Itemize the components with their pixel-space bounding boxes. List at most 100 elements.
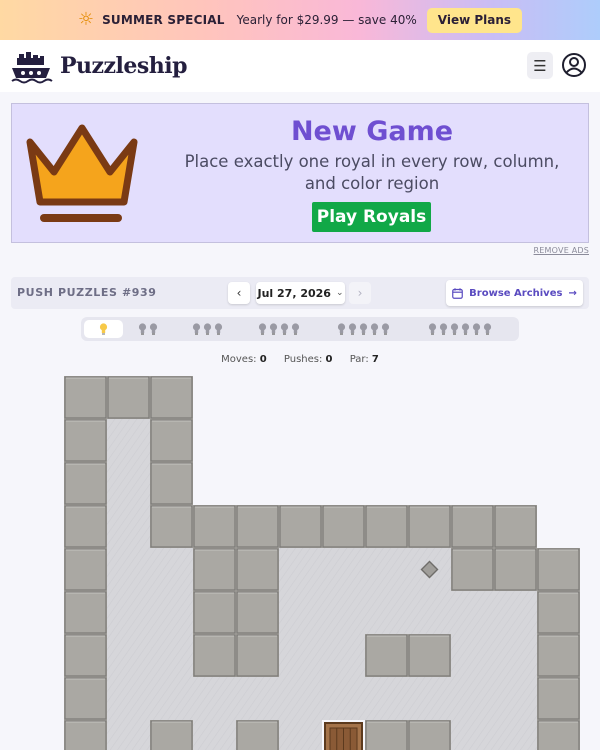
lightbulb-icon: [138, 323, 147, 335]
wall-tile: [150, 505, 193, 548]
logo-wordmark: Puzzleship: [60, 53, 188, 79]
lightbulb-icon: [472, 323, 481, 335]
puzzle-toolbar: PUSH PUZZLES #939 ‹ Jul 27, 2026 ⌄ › Bro…: [11, 277, 589, 309]
floor-tile: [408, 591, 451, 634]
lightbulb-icon: [269, 323, 278, 335]
wall-tile: [64, 505, 107, 548]
wall-tile: [150, 720, 193, 750]
wall-tile: [537, 720, 580, 750]
wall-tile: [193, 548, 236, 591]
floor-tile: [322, 677, 365, 720]
par-stat: Par: 7: [350, 354, 379, 365]
wall-tile: [365, 505, 408, 548]
par-label: Par:: [349, 354, 369, 365]
wall-tile: [64, 376, 107, 419]
hint-level-3[interactable]: [192, 323, 223, 335]
lightbulb-icon: [461, 323, 470, 335]
hint-level-4[interactable]: [258, 323, 300, 335]
floor-tile: [150, 591, 193, 634]
wall-tile: [64, 677, 107, 720]
floor-tile: [107, 505, 150, 548]
floor-tile: [365, 548, 408, 591]
hint-level-2[interactable]: [138, 323, 158, 335]
floor-tile: [107, 591, 150, 634]
promo-offer: Yearly for $29.99 — save 40%: [236, 13, 417, 27]
wall-tile: [236, 591, 279, 634]
puzzle-board[interactable]: [64, 376, 580, 750]
view-plans-button[interactable]: View Plans: [426, 7, 523, 33]
floor-tile: [322, 634, 365, 677]
menu-button[interactable]: ☰: [527, 52, 553, 79]
floor-tile: [236, 677, 279, 720]
floor-tile: [494, 591, 537, 634]
sun-icon: ☼: [77, 9, 95, 30]
floor-tile: [150, 634, 193, 677]
floor-tile: [107, 462, 150, 505]
floor-tile: [365, 677, 408, 720]
wall-tile: [537, 591, 580, 634]
chevron-right-icon: ›: [357, 286, 363, 300]
remove-ads-link[interactable]: REMOVE ADS: [534, 246, 589, 255]
hint-level-6[interactable]: [428, 323, 492, 335]
lightbulb-icon: [428, 323, 437, 335]
floor-tile: [365, 591, 408, 634]
wall-tile: [236, 720, 279, 750]
puzzle-title: PUSH PUZZLES #939: [17, 286, 157, 299]
lightbulb-icon: [337, 323, 346, 335]
crown-icon: [26, 124, 138, 222]
lightbulb-icon: [348, 323, 357, 335]
floor-tile: [279, 677, 322, 720]
wall-tile: [494, 548, 537, 591]
wall-tile: [408, 505, 451, 548]
wall-tile: [150, 376, 193, 419]
wall-tile: [150, 462, 193, 505]
user-circle-icon[interactable]: [561, 52, 587, 78]
wall-tile: [365, 720, 408, 750]
floor-tile: [107, 677, 150, 720]
pushes-stat: Pushes: 0: [284, 354, 333, 365]
browse-archives-label: Browse Archives: [469, 287, 563, 299]
pushes-label: Pushes:: [283, 354, 323, 365]
next-day-button[interactable]: ›: [349, 282, 371, 304]
floor-tile: [279, 548, 322, 591]
wall-tile: [451, 548, 494, 591]
moves-label: Moves:: [221, 354, 257, 365]
arrow-right-icon: →: [568, 287, 577, 299]
site-logo[interactable]: Puzzleship: [10, 46, 188, 86]
wall-tile: [64, 419, 107, 462]
floor-tile: [107, 419, 150, 462]
wall-tile: [193, 591, 236, 634]
browse-archives-button[interactable]: Browse Archives →: [446, 280, 583, 306]
stats-bar: Moves: 0 Pushes: 0 Par: 7: [0, 354, 600, 365]
promo-title: SUMMER SPECIAL: [102, 13, 225, 27]
wall-tile: [408, 634, 451, 677]
floor-tile: [322, 591, 365, 634]
floor-tile: [193, 677, 236, 720]
hamburger-icon: ☰: [533, 56, 547, 75]
lightbulb-icon: [381, 323, 390, 335]
wall-tile: [494, 505, 537, 548]
wall-tile: [236, 548, 279, 591]
floor-tile: [451, 677, 494, 720]
hint-level-5[interactable]: [337, 323, 390, 335]
floor-tile: [322, 548, 365, 591]
lightbulb-icon: [439, 323, 448, 335]
ad-banner[interactable]: New Game Place exactly one royal in ever…: [11, 103, 589, 243]
wall-tile: [64, 462, 107, 505]
hint-level-1[interactable]: [84, 320, 123, 338]
wall-tile: [537, 548, 580, 591]
wall-tile: [193, 634, 236, 677]
lightbulb-icon: [291, 323, 300, 335]
date-picker-button[interactable]: Jul 27, 2026 ⌄: [256, 282, 345, 304]
wall-tile: [322, 505, 365, 548]
wall-tile: [408, 720, 451, 750]
crate[interactable]: [324, 722, 363, 750]
prev-day-button[interactable]: ‹: [228, 282, 250, 304]
play-royals-button[interactable]: Play Royals: [312, 202, 431, 232]
chevron-down-icon: ⌄: [335, 288, 344, 298]
wall-tile: [64, 591, 107, 634]
hint-selector: [81, 317, 519, 341]
wall-tile: [64, 634, 107, 677]
floor-tile: [451, 591, 494, 634]
floor-tile: [279, 720, 322, 750]
